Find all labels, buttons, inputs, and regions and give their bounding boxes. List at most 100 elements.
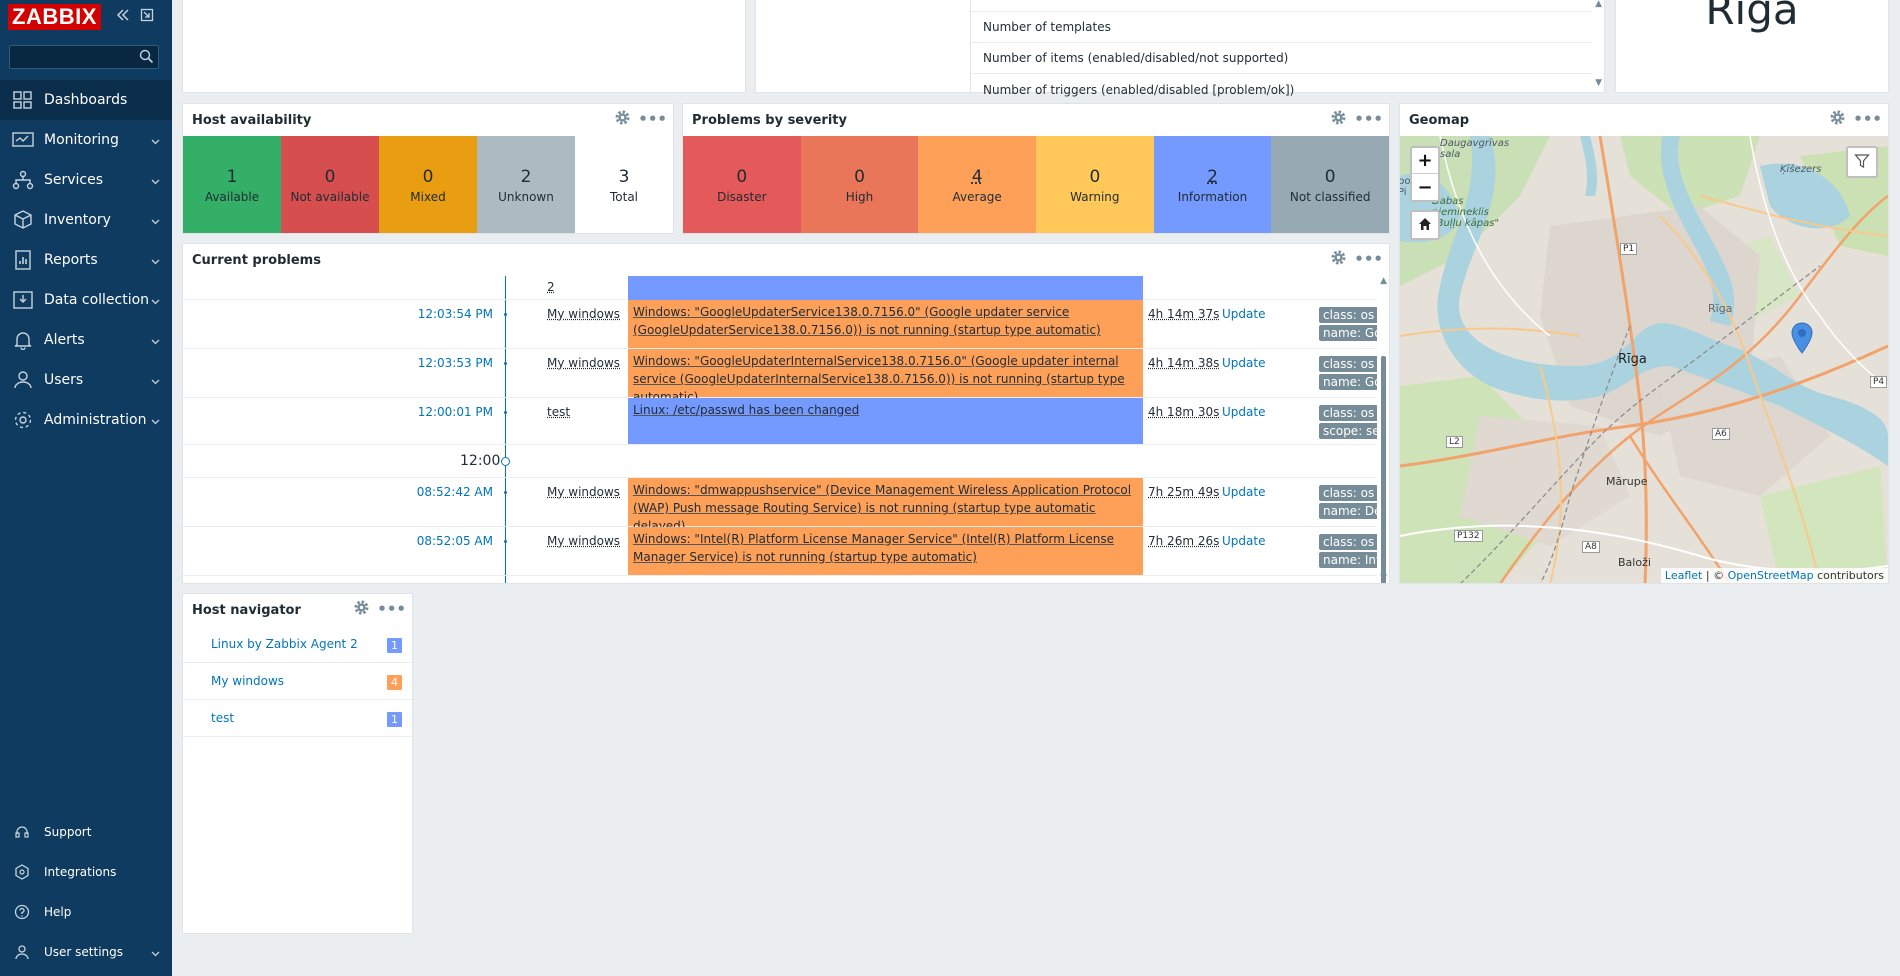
availability-block[interactable]: 1 Available bbox=[183, 136, 281, 233]
severity-count[interactable]: 0 bbox=[736, 166, 747, 188]
problem-description[interactable]: Windows: "Intel(R) Platform License Mana… bbox=[628, 527, 1143, 575]
availability-block[interactable]: 3 Total bbox=[575, 136, 673, 233]
tag-badge[interactable]: scope: security bbox=[1319, 423, 1377, 439]
problem-host[interactable]: My windows bbox=[547, 356, 620, 370]
nav-data-collection[interactable]: Data collection bbox=[0, 280, 172, 320]
update-link[interactable]: Update bbox=[1222, 356, 1265, 370]
collapse-sidebar-icon[interactable] bbox=[116, 8, 130, 26]
problem-description[interactable]: Linux: /etc/passwd has been changed bbox=[628, 398, 1143, 444]
tag-badge[interactable]: name: Device Manage... bbox=[1319, 503, 1377, 519]
severity-block[interactable]: 0 High bbox=[800, 136, 919, 233]
host-name-link[interactable]: My windows bbox=[211, 674, 284, 688]
update-link[interactable]: Update bbox=[1222, 405, 1265, 419]
severity-count[interactable]: 4 bbox=[972, 166, 983, 188]
severity-block[interactable]: 0 Disaster bbox=[683, 136, 801, 233]
host-navigator-item[interactable]: Linux by Zabbix Agent 2 1 bbox=[183, 626, 412, 663]
availability-block[interactable]: 0 Not available bbox=[281, 136, 379, 233]
zabbix-logo[interactable]: ZABBIX bbox=[8, 4, 101, 30]
problem-host[interactable]: My windows bbox=[547, 485, 620, 499]
problem-description[interactable]: Windows: "GoogleUpdaterService138.0.7156… bbox=[628, 300, 1143, 348]
event-count[interactable]: 2 bbox=[547, 280, 555, 294]
problem-description[interactable]: Windows: "dmwappushservice" (Device Mana… bbox=[628, 478, 1143, 533]
nav-dashboards[interactable]: Dashboards bbox=[0, 80, 172, 120]
nav-inventory[interactable]: Inventory bbox=[0, 200, 172, 240]
scroll-down-arrow[interactable]: ▼ bbox=[1380, 573, 1387, 583]
nav-support[interactable]: Support bbox=[0, 812, 172, 852]
problem-host[interactable]: My windows bbox=[547, 534, 620, 548]
zoom-in-button[interactable]: + bbox=[1412, 148, 1438, 174]
scroll-up-arrow[interactable]: ▲ bbox=[1380, 276, 1387, 286]
availability-block[interactable]: 2 Unknown bbox=[477, 136, 575, 233]
problem-duration[interactable]: 4h 14m 38s bbox=[1148, 356, 1219, 370]
problem-description[interactable]: Windows: "GoogleUpdaterInternalService13… bbox=[628, 349, 1143, 404]
problem-time[interactable]: 12:03:53 PM bbox=[418, 356, 493, 370]
nav-integrations[interactable]: Integrations bbox=[0, 852, 172, 892]
host-name-link[interactable]: Linux by Zabbix Agent 2 bbox=[211, 637, 358, 651]
nav-services[interactable]: Services bbox=[0, 160, 172, 200]
filter-button[interactable] bbox=[1846, 146, 1878, 178]
problem-duration[interactable]: 7h 25m 49s bbox=[1148, 485, 1219, 499]
problem-host[interactable]: My windows bbox=[547, 307, 620, 321]
severity-count[interactable]: 0 bbox=[854, 166, 865, 188]
scrollbar[interactable]: ▲ ▼ bbox=[1377, 276, 1389, 583]
tag-badge[interactable]: name: Intel(R) Platfor... bbox=[1319, 552, 1377, 568]
availability-block[interactable]: 0 Mixed bbox=[379, 136, 477, 233]
severity-block[interactable]: 2 Information bbox=[1153, 136, 1272, 233]
severity-count[interactable]: 0 bbox=[1089, 166, 1100, 188]
more-options-icon[interactable]: ••• bbox=[1354, 111, 1383, 127]
host-name-link[interactable]: test bbox=[211, 711, 234, 725]
tag-badge[interactable]: class: os bbox=[1319, 307, 1377, 323]
gear-icon[interactable] bbox=[354, 600, 369, 618]
scroll-down-arrow[interactable]: ▼ bbox=[1595, 78, 1602, 88]
tag-badge[interactable]: class: os bbox=[1319, 534, 1377, 550]
nav-reports[interactable]: Reports bbox=[0, 240, 172, 280]
problem-duration[interactable]: 7h 26m 26s bbox=[1148, 534, 1219, 548]
zoom-out-button[interactable]: − bbox=[1412, 174, 1438, 200]
update-link[interactable]: Update bbox=[1222, 534, 1265, 548]
severity-block[interactable]: 0 Not classified bbox=[1271, 136, 1390, 233]
scroll-up-arrow[interactable]: ▲ bbox=[1595, 0, 1602, 9]
problem-duration[interactable]: 4h 14m 37s bbox=[1148, 307, 1219, 321]
severity-count[interactable]: 0 bbox=[1325, 166, 1336, 188]
osm-link[interactable]: OpenStreetMap bbox=[1728, 569, 1814, 582]
leaflet-link[interactable]: Leaflet bbox=[1665, 569, 1702, 582]
severity-block[interactable]: 4 Average bbox=[918, 136, 1037, 233]
tag-badge[interactable]: class: os bbox=[1319, 356, 1377, 372]
tag-badge[interactable]: name: Google updater... bbox=[1319, 374, 1377, 390]
map-marker-icon[interactable] bbox=[1791, 322, 1813, 357]
problem-time[interactable]: 08:52:42 AM bbox=[417, 485, 493, 499]
problem-description[interactable] bbox=[628, 276, 1143, 300]
problem-duration[interactable]: 4h 18m 30s bbox=[1148, 405, 1219, 419]
more-options-icon[interactable]: ••• bbox=[1853, 111, 1882, 127]
more-options-icon[interactable]: ••• bbox=[638, 111, 667, 127]
gear-icon[interactable] bbox=[1331, 250, 1346, 268]
tag-badge[interactable]: class: os bbox=[1319, 485, 1377, 501]
problem-time[interactable]: 12:03:54 PM bbox=[418, 307, 493, 321]
problem-time[interactable]: 08:52:05 AM bbox=[417, 534, 493, 548]
sidebar-search[interactable] bbox=[9, 45, 159, 69]
scrollbar-thumb[interactable] bbox=[1381, 356, 1386, 583]
host-navigator-item[interactable]: test 1 bbox=[183, 700, 412, 737]
gear-icon[interactable] bbox=[615, 110, 630, 128]
nav-help[interactable]: Help bbox=[0, 892, 172, 932]
nav-user-settings[interactable]: User settings bbox=[0, 932, 172, 972]
tag-badge[interactable]: name: Google updater... bbox=[1319, 325, 1377, 341]
update-link[interactable]: Update bbox=[1222, 307, 1265, 321]
severity-block[interactable]: 0 Warning bbox=[1036, 136, 1154, 233]
kiosk-mode-icon[interactable] bbox=[140, 8, 154, 26]
nav-alerts[interactable]: Alerts bbox=[0, 320, 172, 360]
sidebar-search-input[interactable] bbox=[10, 46, 135, 68]
severity-count[interactable]: 2 bbox=[1207, 166, 1218, 188]
gear-icon[interactable] bbox=[1331, 110, 1346, 128]
home-button[interactable] bbox=[1410, 210, 1440, 240]
gear-icon[interactable] bbox=[1830, 110, 1845, 128]
problem-time[interactable]: 12:00:01 PM bbox=[418, 405, 493, 419]
nav-administration[interactable]: Administration bbox=[0, 400, 172, 440]
more-options-icon[interactable]: ••• bbox=[1354, 251, 1383, 267]
search-icon[interactable] bbox=[139, 49, 154, 67]
nav-monitoring[interactable]: Monitoring bbox=[0, 120, 172, 160]
host-navigator-item[interactable]: My windows 4 bbox=[183, 663, 412, 700]
nav-users[interactable]: Users bbox=[0, 360, 172, 400]
update-link[interactable]: Update bbox=[1222, 485, 1265, 499]
map-canvas[interactable]: Daugavgrīvas sala Dabas piemineklis "Buļ… bbox=[1400, 136, 1888, 583]
